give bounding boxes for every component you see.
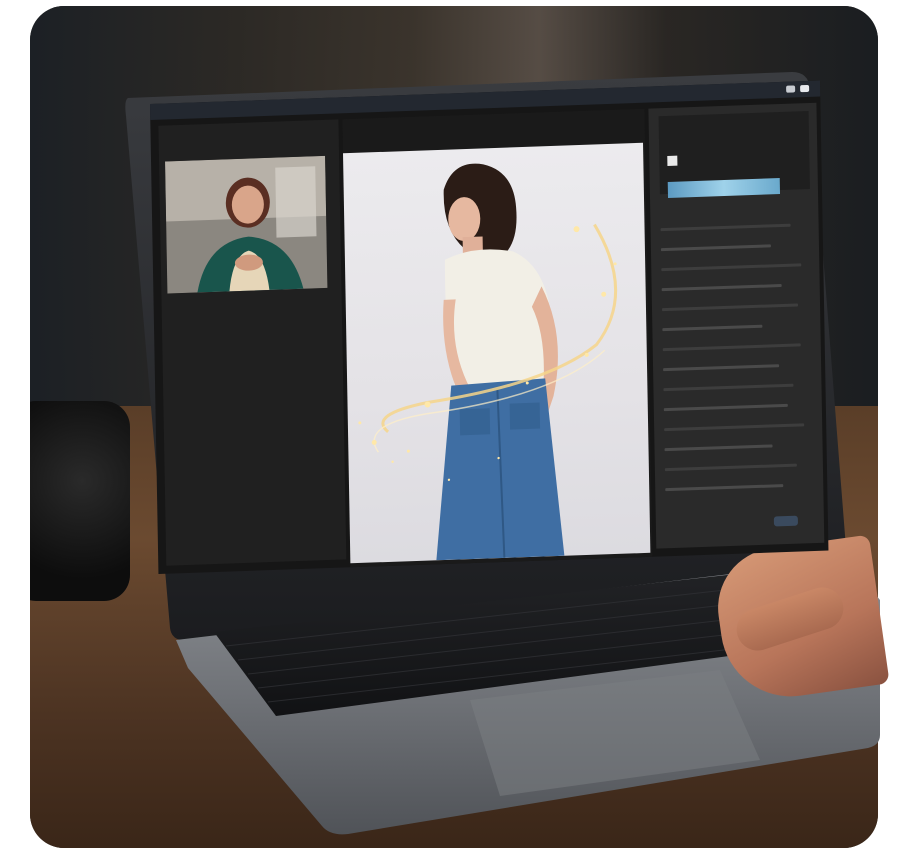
slider-row[interactable] — [664, 463, 797, 472]
logo-badge — [773, 515, 798, 527]
slider-row[interactable] — [664, 444, 773, 452]
window-control-icon[interactable] — [800, 84, 810, 93]
slider-row[interactable] — [663, 383, 794, 392]
histogram — [667, 178, 781, 198]
video-call-thumbnail[interactable] — [165, 155, 328, 294]
histogram-panel — [658, 110, 810, 198]
slider-row[interactable] — [661, 303, 799, 312]
slider-row[interactable] — [663, 364, 780, 372]
photo-editor-window — [150, 80, 829, 575]
edited-photo[interactable] — [343, 142, 651, 564]
slider-row[interactable] — [664, 423, 805, 432]
right-panel — [648, 102, 825, 549]
slider-row[interactable] — [661, 263, 802, 272]
woman-portrait — [165, 155, 328, 294]
slider-row[interactable] — [661, 284, 782, 292]
slider-row[interactable] — [660, 244, 771, 252]
left-panel — [158, 119, 347, 566]
slider-row[interactable] — [660, 223, 791, 232]
window-control-icon[interactable] — [786, 85, 796, 93]
woman-jeans-photo — [358, 163, 618, 561]
canvas-area — [342, 108, 653, 568]
slider-row[interactable] — [662, 343, 801, 352]
slider-row[interactable] — [662, 324, 763, 332]
slider-row[interactable] — [663, 403, 788, 412]
slider-row[interactable] — [665, 484, 784, 492]
color-swatch[interactable] — [667, 155, 678, 166]
